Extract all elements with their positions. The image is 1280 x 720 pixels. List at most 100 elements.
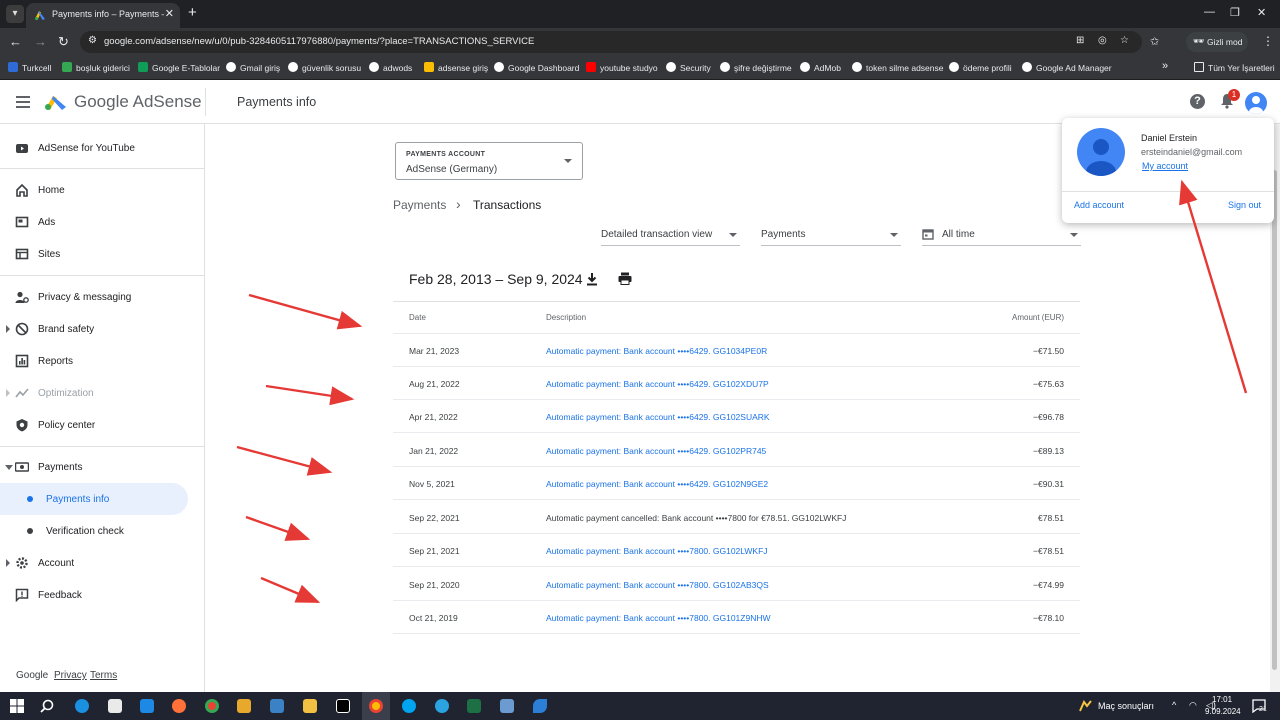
tab-search-button[interactable]: ▾ [6, 5, 24, 23]
bookmark-item[interactable]: şifre değiştirme [720, 62, 792, 73]
tray-chevron-icon[interactable]: ^ [1172, 700, 1176, 710]
sidebar-item-privacy-messaging[interactable]: Privacy & messaging [0, 281, 204, 313]
bookmark-item[interactable]: Google Ad Manager [1022, 62, 1112, 73]
bookmark-item[interactable]: boşluk giderici [62, 62, 130, 73]
app-icon[interactable] [533, 699, 547, 713]
row-description-link[interactable]: Automatic payment: Bank account ••••7800… [546, 580, 769, 590]
store-icon[interactable] [108, 699, 122, 713]
row-description-link[interactable]: Automatic payment: Bank account ••••7800… [546, 613, 771, 623]
type-filter-select[interactable]: Payments [761, 222, 901, 246]
excel-icon[interactable] [467, 699, 481, 713]
sidebar-item-adsense-for-youtube[interactable]: AdSense for YouTube [0, 132, 204, 164]
bookmark-item[interactable]: ödeme profili [949, 62, 1012, 73]
restore-icon[interactable]: ❐ [1230, 6, 1240, 19]
reload-icon[interactable]: ↻ [58, 34, 69, 50]
eye-off-icon[interactable]: ◎ [1098, 35, 1107, 46]
bookmark-item[interactable]: Turkcell [8, 62, 51, 73]
sidebar-item-ads[interactable]: Ads [0, 206, 204, 238]
bookmark-item[interactable]: adsense giriş [424, 62, 488, 73]
privacy-link[interactable]: Privacy [54, 670, 87, 681]
firefox-icon[interactable] [172, 699, 186, 713]
sidebar-item-policy-center[interactable]: Policy center [0, 409, 204, 441]
search-icon[interactable] [40, 699, 54, 713]
bookmark-manager-icon[interactable]: ✩ [1150, 35, 1159, 48]
sidebar-item-verification-check[interactable]: Verification check [0, 515, 204, 547]
new-tab-icon[interactable]: + [188, 4, 197, 21]
sidebar-item-brand-safety[interactable]: Brand safety [0, 313, 204, 345]
incognito-indicator[interactable]: 🕶 Gizli mod [1186, 32, 1248, 52]
folder-icon[interactable] [303, 699, 317, 713]
download-icon[interactable] [586, 272, 598, 286]
clock-date[interactable]: 9.09.2024 [1205, 707, 1241, 716]
chrome-icon[interactable] [205, 699, 219, 713]
row-description-link[interactable]: Automatic payment: Bank account ••••7800… [546, 546, 768, 556]
remote-desktop-icon[interactable] [500, 699, 514, 713]
row-description-link[interactable]: Automatic payment: Bank account ••••6429… [546, 446, 766, 456]
tab-close-icon[interactable]: ✕ [165, 7, 174, 20]
sublime-icon[interactable] [237, 699, 251, 713]
bookmark-item[interactable]: AdMob [800, 62, 841, 73]
bookmark-item[interactable]: youtube studyo [586, 62, 658, 73]
bookmark-item[interactable]: Google Dashboard [494, 62, 579, 73]
tiktok-icon[interactable] [336, 699, 350, 713]
breadcrumb-payments[interactable]: Payments [393, 198, 446, 212]
scrollbar-thumb[interactable] [1272, 170, 1277, 670]
close-window-icon[interactable]: ✕ [1257, 6, 1266, 19]
expand-caret-icon[interactable] [6, 389, 10, 397]
site-info-icon[interactable]: ⚙ [88, 35, 97, 46]
sidebar-item-optimization[interactable]: Optimization [0, 377, 204, 409]
app-icon[interactable] [270, 699, 284, 713]
skype-icon[interactable] [402, 699, 416, 713]
collapse-caret-icon[interactable] [5, 465, 13, 470]
translate-icon[interactable]: ⊞ [1076, 35, 1084, 46]
print-icon[interactable] [618, 272, 632, 285]
row-description-link[interactable]: Automatic payment: Bank account ••••6429… [546, 379, 769, 389]
bookmark-item[interactable]: Google E-Tablolar [138, 62, 220, 73]
sidebar-item-account[interactable]: Account [0, 547, 204, 579]
weather-text[interactable]: Maç sonuçları [1098, 701, 1154, 711]
sidebar-item-sites[interactable]: Sites [0, 238, 204, 270]
row-description-link[interactable]: Automatic payment: Bank account ••••6429… [546, 412, 770, 422]
payments-account-select[interactable]: PAYMENTS ACCOUNT AdSense (Germany) [395, 142, 583, 180]
sidebar-item-payments-info[interactable]: Payments info [0, 483, 188, 515]
star-icon[interactable]: ☆ [1120, 35, 1129, 46]
expand-caret-icon[interactable] [6, 559, 10, 567]
back-icon[interactable]: ← [9, 34, 22, 49]
mail-icon[interactable] [140, 699, 154, 713]
chrome-incognito-icon[interactable] [369, 699, 383, 713]
wifi-icon[interactable]: ◠ [1189, 700, 1197, 711]
bookmark-item[interactable]: Security [666, 62, 711, 73]
view-filter-select[interactable]: Detailed transaction view [601, 222, 740, 246]
bookmark-item[interactable]: güvenlik sorusu [288, 62, 361, 73]
sign-out-button[interactable]: Sign out [1228, 200, 1261, 210]
telegram-icon[interactable] [435, 699, 449, 713]
sidebar-item-feedback[interactable]: Feedback [0, 579, 204, 611]
terms-link[interactable]: Terms [90, 670, 117, 681]
bookmark-item[interactable]: Gmail giriş [226, 62, 280, 73]
my-account-link[interactable]: My account [1142, 161, 1188, 171]
all-bookmarks[interactable]: Tüm Yer İşaretleri [1194, 62, 1275, 73]
bookmark-item[interactable]: token silme adsense [852, 62, 944, 73]
more-menu-icon[interactable]: ⋮ [1262, 34, 1274, 48]
omnibox[interactable]: ⚙ google.com/adsense/new/u/0/pub-3284605… [80, 31, 1142, 53]
row-description-link[interactable]: Automatic payment: Bank account ••••6429… [546, 479, 768, 489]
windows-start-icon[interactable] [10, 699, 24, 713]
help-icon[interactable]: ? [1190, 94, 1205, 109]
add-account-button[interactable]: Add account [1074, 200, 1124, 210]
sidebar-item-payments[interactable]: Payments [0, 451, 204, 483]
sidebar-item-home[interactable]: Home [0, 174, 204, 206]
clock-time[interactable]: 17:01 [1212, 695, 1232, 704]
url-text[interactable]: google.com/adsense/new/u/0/pub-328460511… [104, 36, 534, 47]
bookmarks-overflow-icon[interactable]: » [1162, 60, 1168, 72]
edge-icon[interactable] [75, 699, 89, 713]
browser-tab[interactable]: Payments info – Payments – Go ✕ [26, 3, 180, 28]
minimize-icon[interactable]: — [1204, 6, 1215, 18]
forward-icon[interactable]: → [34, 34, 47, 49]
menu-icon[interactable] [16, 96, 30, 108]
bookmark-item[interactable]: adwods [369, 62, 412, 73]
expand-caret-icon[interactable] [6, 325, 10, 333]
account-avatar[interactable] [1245, 92, 1267, 114]
time-filter-select[interactable]: All time [922, 222, 1081, 246]
sidebar-item-reports[interactable]: Reports [0, 345, 204, 377]
row-description-link[interactable]: Automatic payment: Bank account ••••6429… [546, 346, 767, 356]
